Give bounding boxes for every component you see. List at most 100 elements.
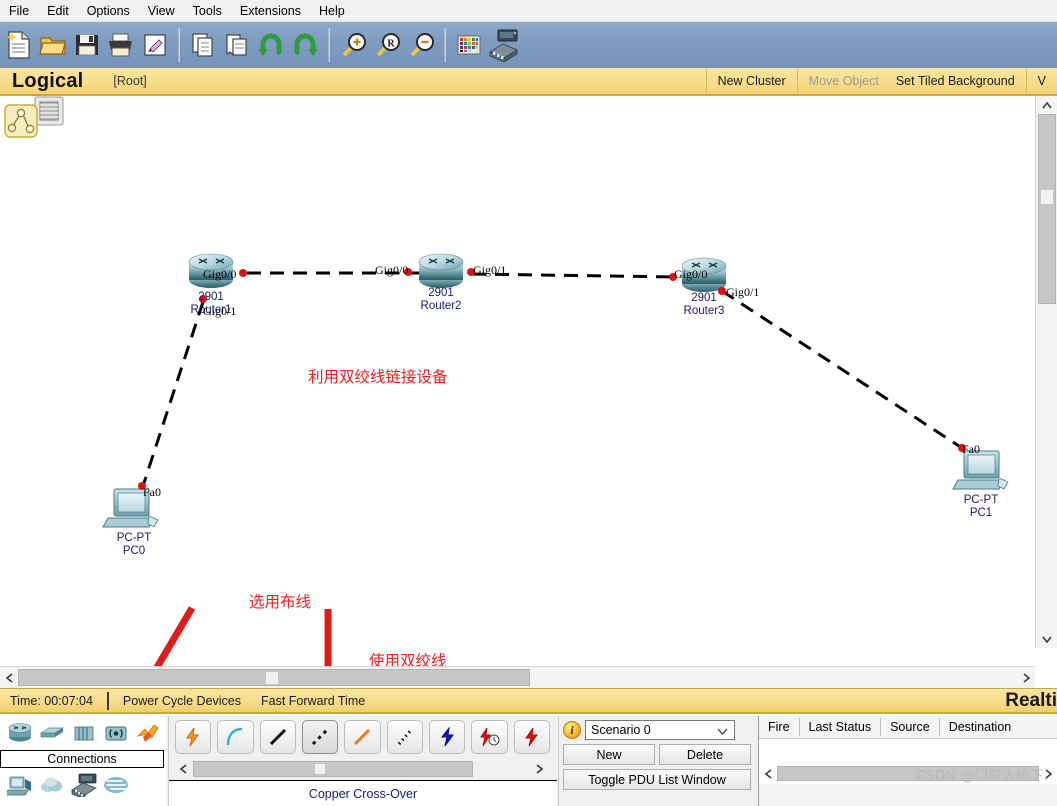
toolbar-separator-1 [178,28,180,62]
end-devices-icon[interactable] [4,769,36,801]
device-router2[interactable] [418,253,464,288]
zoom-out-icon[interactable] [404,24,438,66]
undo-icon[interactable] [254,24,288,66]
scroll-up-icon[interactable] [1036,96,1057,114]
phone-cable-icon[interactable] [386,720,423,754]
simulation-time-bar: Time: 00:07:04 Power Cycle Devices Fast … [0,688,1057,714]
custom-devices-icon[interactable] [486,24,520,66]
console-cable-icon[interactable] [217,720,254,754]
move-object-button[interactable]: Move Object [796,69,890,93]
connections-label: Connections [0,750,164,768]
wireless-devices-icon[interactable] [100,717,132,749]
pdu-column-last-status[interactable]: Last Status [800,718,882,736]
print-icon[interactable] [104,24,138,66]
cable-scroll-left-icon[interactable] [175,760,191,778]
simulation-time: Time: 00:07:04 [10,693,93,708]
chevron-down-icon [717,725,728,739]
cable-scroll-thumb[interactable] [193,761,473,777]
toggle-pdu-list-window-button[interactable]: Toggle PDU List Window [563,769,751,790]
copper-cross-over-icon[interactable] [301,720,339,754]
annotation-arrow-crossover-cable [324,609,332,666]
device-type-selection-box: Connections [0,716,166,806]
port-dot-router1-gig01 [199,295,207,303]
pdu-column-source[interactable]: Source [881,718,940,736]
open-folder-icon[interactable] [36,24,70,66]
custom-made-devices-icon[interactable] [68,769,100,801]
pdu-column-destination[interactable]: Destination [940,718,1021,736]
hubs-icon[interactable] [68,717,100,749]
port-dot-router1-gig00 [239,269,247,277]
delete-scenario-button[interactable]: Delete [659,744,751,765]
serial-dte-icon[interactable] [513,720,550,754]
palette-icon[interactable] [452,24,486,66]
scroll-right-icon[interactable] [1017,667,1035,689]
menu-item-tools[interactable]: Tools [184,2,231,20]
device-pc1[interactable] [952,450,1009,490]
menu-item-extensions[interactable]: Extensions [231,2,310,20]
wan-emulation-icon[interactable] [36,769,68,801]
workspace-horizontal-scrollbar[interactable] [0,666,1035,688]
realtime-mode-label: Realti [1005,690,1057,711]
switches-icon[interactable] [36,717,68,749]
pdu-table-scrollbar[interactable] [761,765,1056,782]
new-file-icon[interactable] [2,24,36,66]
activity-wizard-icon[interactable] [138,24,172,66]
menu-item-view[interactable]: View [139,2,184,20]
paste-icon[interactable] [220,24,254,66]
viewport-button[interactable]: V [1025,69,1057,93]
save-icon[interactable] [70,24,104,66]
view-mode-title: Logical [12,69,84,92]
scroll-down-icon[interactable] [1036,630,1057,648]
pdu-table-header: Fire Last Status Source Destination [759,716,1057,738]
main-toolbar: R [0,22,1057,68]
fiber-cable-icon[interactable] [344,720,381,754]
scenario-row: i Scenario 0 [563,720,754,740]
scenario-select[interactable]: Scenario 0 [585,720,735,740]
pdu-scroll-thumb[interactable] [777,766,1039,781]
pdu-scroll-left-icon[interactable] [761,765,776,782]
device-category-row-2 [0,768,166,802]
network-topology-canvas[interactable] [0,96,1035,666]
pdu-column-fire[interactable]: Fire [759,718,800,736]
menu-item-help[interactable]: Help [310,2,354,20]
serial-dce-icon[interactable] [471,720,508,754]
connections-icon[interactable] [132,717,164,749]
automatically-choose-connection-icon[interactable] [175,720,212,754]
cable-scroll-right-icon[interactable] [531,760,547,778]
set-tiled-background-button[interactable]: Set Tiled Background [890,69,1026,93]
zoom-in-icon[interactable] [336,24,370,66]
zoom-reset-icon[interactable]: R [370,24,404,66]
routers-icon[interactable] [4,717,36,749]
multiuser-connection-icon[interactable] [100,769,132,801]
copy-icon[interactable] [186,24,220,66]
port-dot-router3-gig01 [718,287,726,295]
pdu-table-body[interactable] [759,738,1057,784]
menu-item-options[interactable]: Options [78,2,139,20]
device-pc0[interactable] [102,488,159,528]
power-cycle-devices-button[interactable]: Power Cycle Devices [113,694,251,708]
new-scenario-button[interactable]: New [563,744,655,765]
vertical-scroll-thumb[interactable] [1038,114,1056,304]
redo-icon[interactable] [288,24,322,66]
pdu-list-table: Fire Last Status Source Destination [758,716,1057,806]
menu-bar: File Edit Options View Tools Extensions … [0,0,1057,22]
cable-palette-scrollbar[interactable] [175,760,547,778]
copper-straight-through-icon[interactable] [259,720,296,754]
device-router3[interactable] [681,257,727,292]
coaxial-cable-icon[interactable] [428,720,466,754]
device-category-row-1 [0,716,166,750]
cable-selection-box: Copper Cross-Over [168,716,557,806]
menu-item-edit[interactable]: Edit [38,2,78,20]
logical-workspace[interactable]: 2901 Router1 2901 Router2 2901 Router3 P… [0,96,1035,666]
pdu-scroll-right-icon[interactable] [1041,765,1056,782]
pdu-toggle-row: Toggle PDU List Window [563,769,754,790]
device-router1[interactable] [188,253,234,288]
workspace-vertical-scrollbar[interactable] [1035,96,1057,648]
fast-forward-time-button[interactable]: Fast Forward Time [251,694,375,708]
timebar-separator [106,691,109,710]
toolbar-separator-3 [444,28,446,62]
scroll-left-icon[interactable] [0,667,18,689]
info-icon[interactable]: i [563,721,581,739]
new-cluster-button[interactable]: New Cluster [705,69,797,93]
menu-item-file[interactable]: File [0,2,38,20]
